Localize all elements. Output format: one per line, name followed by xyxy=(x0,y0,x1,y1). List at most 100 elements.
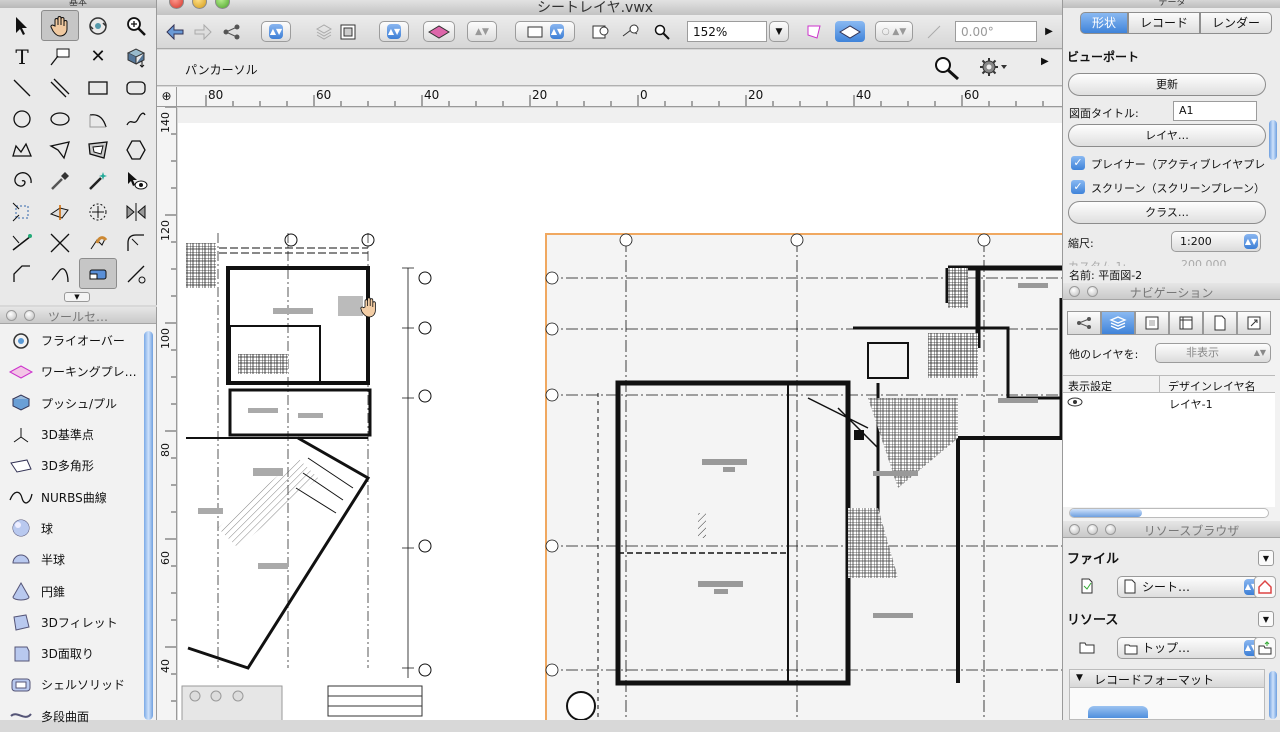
classes-button[interactable]: クラス… xyxy=(1068,201,1266,224)
standard-view-popup[interactable]: ▲▼ xyxy=(515,21,575,42)
view-popup[interactable]: ▲▼ xyxy=(261,21,291,42)
nav-viewports-icon[interactable] xyxy=(1169,311,1203,335)
file-menu-dropdown[interactable]: ▼ xyxy=(1258,550,1274,566)
resources-popup[interactable]: トップ… ▲▼ xyxy=(1117,637,1261,659)
working-plane-icon[interactable] xyxy=(803,21,825,42)
forward-arrow-icon[interactable] xyxy=(193,21,213,42)
oval-tool-icon[interactable] xyxy=(41,103,79,134)
eraser-tool-icon[interactable] xyxy=(79,258,117,289)
view-bar-expand-icon[interactable]: ▶ xyxy=(1041,21,1057,42)
callout-tool-icon[interactable] xyxy=(41,41,79,72)
tool-set-item[interactable]: 3D基準点 xyxy=(0,419,140,450)
rounded-rectangle-tool-icon[interactable] xyxy=(117,72,155,103)
tab-shape[interactable]: 形状 xyxy=(1080,12,1129,34)
col-design-layer[interactable]: デザインレイヤ名 xyxy=(1168,378,1256,394)
tool-palette-expander[interactable]: ▼ xyxy=(64,292,90,302)
chamfer-tool-icon[interactable] xyxy=(3,258,41,289)
layer-list-hscroll[interactable] xyxy=(1069,508,1269,518)
layers-button[interactable]: レイヤ… xyxy=(1068,124,1266,147)
window-minimize-button[interactable] xyxy=(192,0,207,9)
tab-record[interactable]: レコード xyxy=(1128,12,1201,34)
plane-checkbox[interactable]: ✓ xyxy=(1071,156,1085,170)
visibility-eye-icon[interactable] xyxy=(1067,397,1083,410)
double-line-tool-icon[interactable] xyxy=(41,72,79,103)
select-tool-icon[interactable] xyxy=(3,10,41,41)
regular-polygon-tool-icon[interactable] xyxy=(117,134,155,165)
record-format-thumbnail[interactable] xyxy=(1088,706,1148,718)
ruler-origin[interactable]: ⊕ xyxy=(157,87,177,107)
tool-set-item[interactable]: 3Dフィレット xyxy=(0,607,140,638)
polyline-tool-icon[interactable] xyxy=(3,134,41,165)
projection-popup[interactable]: ▲▼ xyxy=(467,21,497,42)
folder-up-icon[interactable] xyxy=(1254,637,1276,659)
trim-tool-icon[interactable] xyxy=(41,227,79,258)
resource-group-header[interactable]: ▼ レコードフォーマット xyxy=(1070,670,1264,688)
delete-tool-icon[interactable]: ✕ xyxy=(79,41,117,72)
tool-set-item[interactable]: プッシュ/プル xyxy=(0,388,140,419)
home-icon[interactable] xyxy=(1254,576,1276,598)
mirror-tool-icon[interactable] xyxy=(41,196,79,227)
visibility-tool-icon[interactable] xyxy=(117,165,155,196)
rotate-tool-icon[interactable] xyxy=(79,196,117,227)
fit-to-window-icon[interactable] xyxy=(589,21,613,42)
nav-sheet-layers-icon[interactable] xyxy=(1135,311,1169,335)
navigation-icon[interactable] xyxy=(221,21,243,42)
tool-set-item[interactable]: ワーキングプレ… xyxy=(0,356,140,387)
fillet-tool-icon[interactable] xyxy=(117,227,155,258)
tool-set-item[interactable]: NURBS曲線 xyxy=(0,481,140,512)
rotate-view-icon[interactable] xyxy=(923,21,945,42)
magic-wand-tool-icon[interactable] xyxy=(79,165,117,196)
move-tool-icon[interactable] xyxy=(3,196,41,227)
custom-scale-field[interactable]: 200.000 xyxy=(1181,258,1259,266)
connect-tool-icon[interactable] xyxy=(41,258,79,289)
window-close-button[interactable] xyxy=(169,0,184,9)
pushpull-tool-icon[interactable] xyxy=(117,41,155,72)
double-polygon-tool-icon[interactable] xyxy=(79,134,117,165)
nav-saved-views-icon[interactable] xyxy=(1203,311,1237,335)
locus-tool-icon[interactable] xyxy=(117,258,155,289)
update-button[interactable]: 更新 xyxy=(1068,73,1266,96)
folder-icon[interactable] xyxy=(1077,637,1097,657)
render-mode-popup[interactable] xyxy=(423,21,455,42)
tool-set-item[interactable]: シェルソリッド xyxy=(0,669,140,700)
zoom-field[interactable]: 152% xyxy=(687,21,767,42)
layers-icon[interactable] xyxy=(313,21,335,42)
layer-popup[interactable]: ▲▼ xyxy=(379,21,409,42)
eyedropper-tool-icon[interactable] xyxy=(41,165,79,196)
window-zoom-button[interactable] xyxy=(215,0,230,9)
zoom-icon[interactable] xyxy=(651,21,673,42)
tool-set-scrollbar[interactable] xyxy=(144,331,153,720)
polygon-tool-icon[interactable] xyxy=(41,134,79,165)
preferences-gear-icon[interactable] xyxy=(977,55,1009,82)
drawing-canvas[interactable] xyxy=(178,108,1062,720)
file-document-icon[interactable] xyxy=(1077,576,1097,596)
disclosure-triangle-icon[interactable]: ▼ xyxy=(1076,673,1083,683)
reshape-tool-icon[interactable] xyxy=(3,227,41,258)
col-visibility[interactable]: 表示設定 xyxy=(1068,378,1112,394)
arc-tool-icon[interactable] xyxy=(79,103,117,134)
resource-scrollbar[interactable] xyxy=(1269,671,1277,719)
object-info-scrollbar[interactable] xyxy=(1269,120,1277,160)
tab-render[interactable]: レンダー xyxy=(1200,12,1273,34)
spiral-tool-icon[interactable] xyxy=(3,165,41,196)
zoom-tool-icon[interactable] xyxy=(117,10,155,41)
tool-set-item[interactable]: 多段曲面 xyxy=(0,701,140,732)
back-arrow-icon[interactable] xyxy=(165,21,185,42)
tool-set-item[interactable]: フライオーバー xyxy=(0,325,140,356)
zoom-window-icon[interactable] xyxy=(619,21,643,42)
freehand-tool-icon[interactable] xyxy=(117,103,155,134)
line-tool-icon[interactable] xyxy=(3,72,41,103)
circle-tool-icon[interactable] xyxy=(3,103,41,134)
nav-layers-icon[interactable] xyxy=(1101,311,1135,335)
flyover-view-icon[interactable] xyxy=(835,21,865,42)
tool-set-item[interactable]: 3D面取り xyxy=(0,638,140,669)
mode-bar-expand-icon[interactable]: ▶ xyxy=(1041,56,1049,67)
rotate-plan-popup[interactable]: ○ ▲▼ xyxy=(875,21,913,42)
drawing-title-field[interactable]: A1 xyxy=(1173,101,1257,121)
other-layers-popup[interactable]: 非表示 ▲▼ xyxy=(1155,343,1271,363)
layer-row-name[interactable]: レイヤ-1 xyxy=(1169,396,1213,412)
resources-menu-dropdown[interactable]: ▼ xyxy=(1258,611,1274,627)
nav-graph-icon[interactable] xyxy=(1067,311,1101,335)
tool-set-item[interactable]: 円錐 xyxy=(0,575,140,606)
attribute-mapping-tool-icon[interactable] xyxy=(79,227,117,258)
